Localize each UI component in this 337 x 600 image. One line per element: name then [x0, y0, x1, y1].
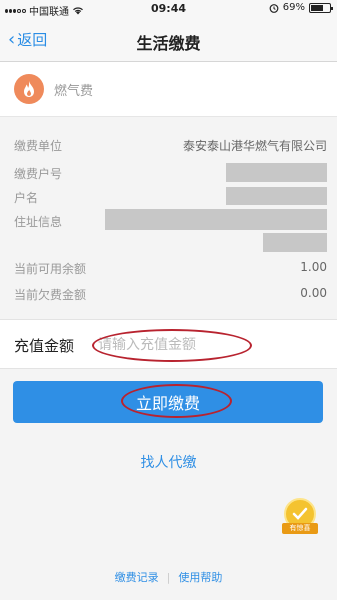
- recharge-row: 充值金额: [0, 319, 337, 369]
- alarm-icon: [269, 3, 279, 13]
- balance-value: 1.00: [300, 260, 327, 274]
- balance-row: 当前可用余额 1.00: [14, 257, 327, 277]
- nav-bar: ‹ 返回 生活缴费: [0, 18, 337, 62]
- name-label: 户名: [14, 191, 39, 205]
- page-title: 生活缴费: [136, 34, 201, 53]
- biller-header: 燃气费: [0, 62, 337, 117]
- find-payer-link[interactable]: 找人代缴: [0, 452, 337, 472]
- promo-badge[interactable]: 有惊喜: [278, 498, 322, 540]
- status-right: 69%: [269, 2, 333, 13]
- balance-label: 当前可用余额: [14, 262, 87, 276]
- status-bar: 中国联通 09:44 69%: [0, 0, 337, 18]
- help-link[interactable]: 使用帮助: [178, 571, 222, 584]
- recharge-label: 充值金额: [14, 337, 75, 355]
- footer-links: 缴费记录 | 使用帮助: [0, 569, 337, 585]
- records-link[interactable]: 缴费记录: [115, 571, 159, 584]
- account-redacted: [226, 163, 327, 182]
- address-redacted-line2: [263, 233, 327, 252]
- battery-percent: 69%: [282, 2, 305, 13]
- address-label: 住址信息: [14, 215, 63, 229]
- company-value: 泰安泰山港华燃气有限公司: [182, 139, 327, 153]
- debt-value: 0.00: [300, 286, 327, 300]
- biller-name: 燃气费: [54, 84, 94, 99]
- promo-ribbon: 有惊喜: [282, 523, 318, 534]
- flame-icon: [14, 74, 44, 104]
- debt-label: 当前欠费金额: [14, 288, 87, 302]
- debt-row: 当前欠费金额 0.00: [14, 283, 327, 303]
- company-label: 缴费单位: [14, 139, 63, 153]
- name-redacted: [226, 187, 327, 205]
- footer-divider: |: [166, 571, 171, 584]
- bill-info: 缴费单位 泰安泰山港华燃气有限公司 缴费户号 户名 住址信息 当前可用余额 1.…: [0, 117, 337, 319]
- pay-now-button[interactable]: 立即缴费: [13, 381, 323, 423]
- amount-input[interactable]: [98, 332, 248, 358]
- address-redacted-line1: [105, 209, 327, 230]
- account-label: 缴费户号: [14, 167, 63, 181]
- company-row: 缴费单位 泰安泰山港华燃气有限公司: [14, 134, 327, 154]
- battery-icon: [309, 2, 333, 13]
